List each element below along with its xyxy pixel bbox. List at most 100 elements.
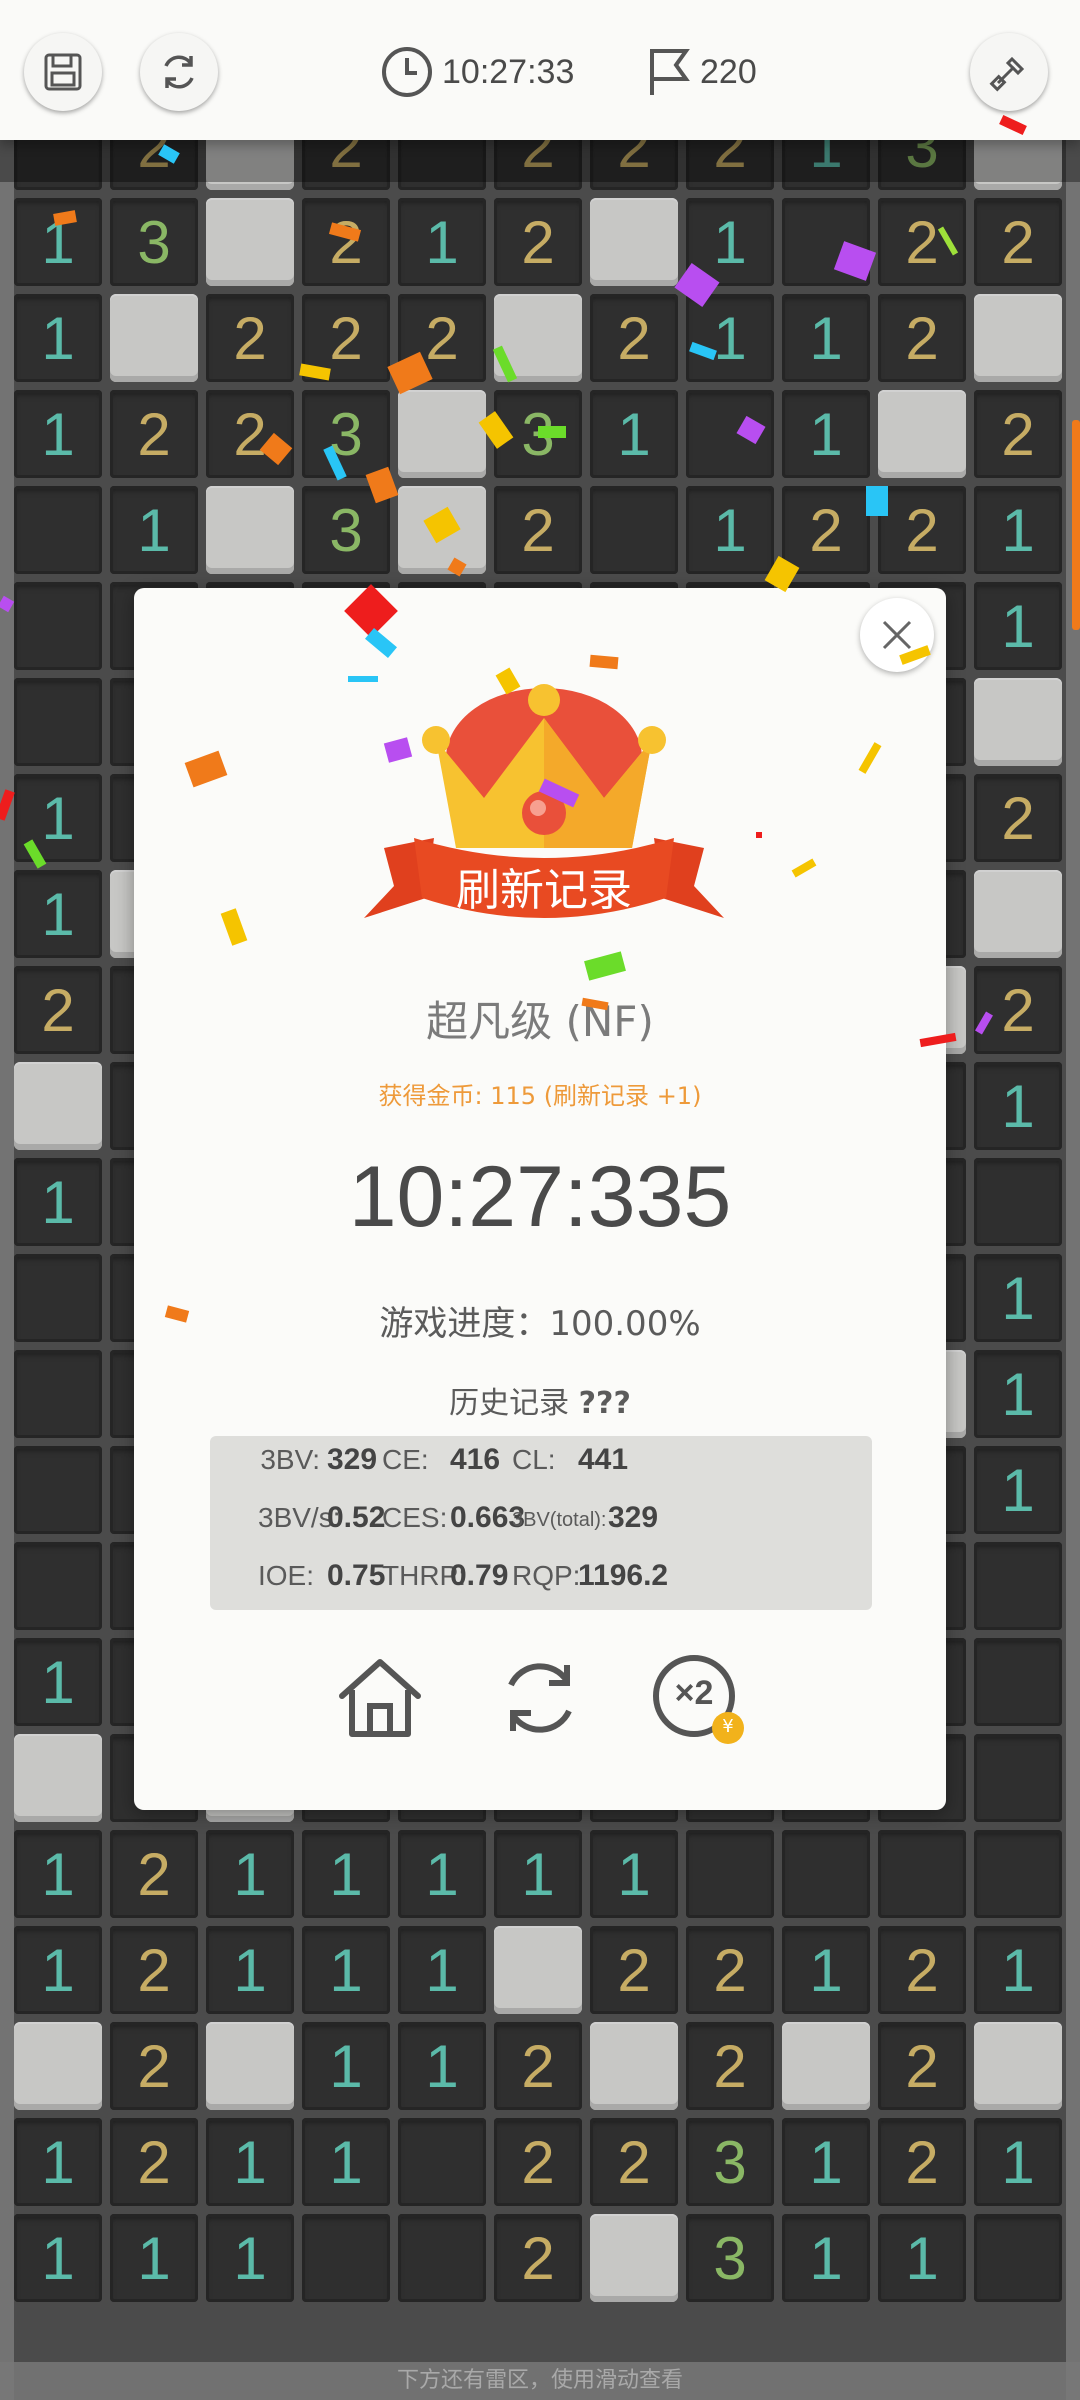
number-cell[interactable]: 1 [14,1830,102,1918]
number-cell[interactable]: 2 [110,390,198,478]
number-cell[interactable]: 1 [14,2214,102,2302]
number-cell[interactable]: 1 [782,1926,870,2014]
number-cell[interactable]: 2 [110,1926,198,2014]
number-cell[interactable]: 2 [302,198,390,286]
number-cell[interactable]: 3 [686,2214,774,2302]
number-cell[interactable]: 3 [110,198,198,286]
revealed-cell[interactable] [14,582,102,670]
revealed-cell[interactable] [14,678,102,766]
number-cell[interactable]: 1 [302,2118,390,2206]
covered-cell[interactable] [590,198,678,286]
number-cell[interactable]: 2 [974,198,1062,286]
number-cell[interactable]: 2 [494,2214,582,2302]
covered-cell[interactable] [974,678,1062,766]
revealed-cell[interactable] [974,1158,1062,1246]
number-cell[interactable]: 2 [206,390,294,478]
covered-cell[interactable] [398,390,486,478]
number-cell[interactable]: 1 [14,1158,102,1246]
number-cell[interactable]: 1 [782,390,870,478]
number-cell[interactable]: 1 [206,1830,294,1918]
number-cell[interactable]: 2 [494,198,582,286]
number-cell[interactable]: 1 [14,294,102,382]
number-cell[interactable]: 1 [782,2214,870,2302]
number-cell[interactable]: 2 [590,2118,678,2206]
number-cell[interactable]: 1 [974,1062,1062,1150]
number-cell[interactable]: 2 [494,2118,582,2206]
number-cell[interactable]: 2 [590,294,678,382]
scroll-indicator[interactable] [1072,420,1080,630]
covered-cell[interactable] [14,1734,102,1822]
number-cell[interactable]: 1 [398,1830,486,1918]
number-cell[interactable]: 1 [398,1926,486,2014]
number-cell[interactable]: 1 [206,1926,294,2014]
number-cell[interactable]: 1 [782,294,870,382]
shovel-button[interactable] [970,33,1048,111]
number-cell[interactable]: 2 [110,1830,198,1918]
number-cell[interactable]: 1 [302,1926,390,2014]
number-cell[interactable]: 1 [110,2214,198,2302]
number-cell[interactable]: 1 [974,1926,1062,2014]
revealed-cell[interactable] [686,1830,774,1918]
number-cell[interactable]: 2 [590,1926,678,2014]
number-cell[interactable]: 1 [974,2118,1062,2206]
number-cell[interactable]: 1 [782,2118,870,2206]
number-cell[interactable]: 1 [974,486,1062,574]
covered-cell[interactable] [974,294,1062,382]
number-cell[interactable]: 2 [878,2022,966,2110]
number-cell[interactable]: 1 [974,1350,1062,1438]
revealed-cell[interactable] [302,2214,390,2302]
number-cell[interactable]: 1 [590,390,678,478]
revealed-cell[interactable] [590,486,678,574]
covered-cell[interactable] [110,294,198,382]
number-cell[interactable]: 2 [878,294,966,382]
number-cell[interactable]: 2 [494,2022,582,2110]
number-cell[interactable]: 1 [14,390,102,478]
number-cell[interactable]: 2 [110,2022,198,2110]
number-cell[interactable]: 1 [14,1638,102,1726]
covered-cell[interactable] [206,2022,294,2110]
number-cell[interactable]: 1 [302,2022,390,2110]
number-cell[interactable]: 2 [878,1926,966,2014]
covered-cell[interactable] [974,2022,1062,2110]
covered-cell[interactable] [206,486,294,574]
revealed-cell[interactable] [974,1830,1062,1918]
revealed-cell[interactable] [974,2214,1062,2302]
number-cell[interactable]: 1 [14,198,102,286]
covered-cell[interactable] [206,198,294,286]
number-cell[interactable]: 1 [686,486,774,574]
number-cell[interactable]: 1 [974,582,1062,670]
number-cell[interactable]: 1 [206,2214,294,2302]
replay-button[interactable] [490,1648,590,1748]
number-cell[interactable]: 2 [974,966,1062,1054]
revealed-cell[interactable] [878,1830,966,1918]
revealed-cell[interactable] [974,1734,1062,1822]
number-cell[interactable]: 1 [206,2118,294,2206]
number-cell[interactable]: 1 [14,870,102,958]
number-cell[interactable]: 1 [14,2118,102,2206]
number-cell[interactable]: 1 [302,1830,390,1918]
revealed-cell[interactable] [14,1254,102,1342]
number-cell[interactable]: 2 [974,774,1062,862]
revealed-cell[interactable] [974,1638,1062,1726]
revealed-cell[interactable] [398,2118,486,2206]
number-cell[interactable]: 2 [878,198,966,286]
number-cell[interactable]: 1 [686,294,774,382]
revealed-cell[interactable] [14,486,102,574]
revealed-cell[interactable] [14,1350,102,1438]
number-cell[interactable]: 1 [398,198,486,286]
covered-cell[interactable] [494,1926,582,2014]
number-cell[interactable]: 1 [974,1446,1062,1534]
close-button[interactable] [860,598,934,672]
revealed-cell[interactable] [398,2214,486,2302]
number-cell[interactable]: 2 [782,486,870,574]
number-cell[interactable]: 3 [686,2118,774,2206]
covered-cell[interactable] [782,2022,870,2110]
number-cell[interactable]: 1 [590,1830,678,1918]
revealed-cell[interactable] [782,1830,870,1918]
number-cell[interactable]: 2 [686,1926,774,2014]
number-cell[interactable]: 1 [398,2022,486,2110]
number-cell[interactable]: 2 [974,390,1062,478]
number-cell[interactable]: 1 [878,2214,966,2302]
covered-cell[interactable] [878,390,966,478]
number-cell[interactable]: 2 [14,966,102,1054]
